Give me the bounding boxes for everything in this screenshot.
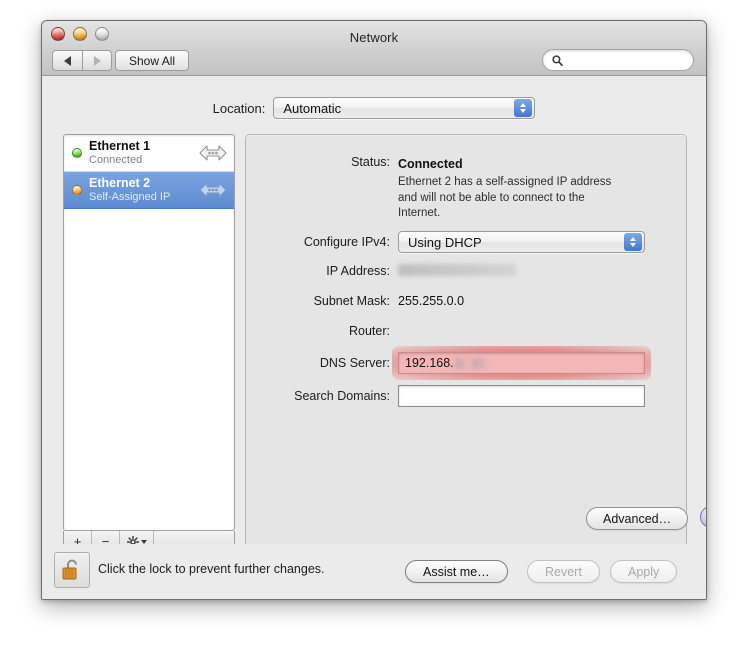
dns-server-label: DNS Server: xyxy=(319,356,390,370)
back-button[interactable] xyxy=(52,50,82,71)
service-list-item-ethernet-2[interactable]: Ethernet 2 Self-Assigned IP xyxy=(64,172,234,209)
ip-address-row: IP Address: xyxy=(246,264,516,278)
router-label: Router: xyxy=(349,324,390,338)
subnet-mask-label: Subnet Mask: xyxy=(313,294,390,308)
lock-button[interactable] xyxy=(54,552,90,588)
router-row: Router: xyxy=(246,324,398,338)
ip-address-label: IP Address: xyxy=(326,264,390,278)
subnet-mask-value: 255.255.0.0 xyxy=(398,294,465,308)
ethernet-icon xyxy=(199,145,227,161)
subnet-mask-row: Subnet Mask: 255.255.0.0 xyxy=(246,294,464,308)
redacted-dns-octet-2 xyxy=(471,357,486,369)
unlocked-padlock-icon xyxy=(62,559,77,580)
configure-ipv4-row: Configure IPv4: Using DHCP xyxy=(246,231,645,253)
status-description: Ethernet 2 has a self-assigned IP addres… xyxy=(398,176,612,220)
preference-body: Location: Automatic Ethernet 1 Connected xyxy=(42,76,706,599)
chevron-down-icon xyxy=(140,539,147,544)
status-label: Status: xyxy=(351,155,390,169)
dns-server-error-glow: 192.168. xyxy=(392,346,651,380)
forward-button[interactable] xyxy=(82,50,112,71)
location-value: Automatic xyxy=(283,100,342,116)
service-status: Connected xyxy=(89,153,143,166)
ip-address-value xyxy=(398,264,516,278)
location-popup-button[interactable]: Automatic xyxy=(273,97,536,119)
search-domains-row: Search Domains: xyxy=(246,385,645,407)
service-list-item-ethernet-1[interactable]: Ethernet 1 Connected xyxy=(64,135,234,172)
chevron-updown-icon xyxy=(624,233,642,251)
help-button[interactable]: ? xyxy=(700,506,706,528)
back-arrow-icon xyxy=(64,55,71,66)
network-preferences-window: Network Show All Location: Automatic Eth… xyxy=(41,20,707,600)
lock-instruction-text: Click the lock to prevent further change… xyxy=(98,562,325,576)
service-list[interactable]: Ethernet 1 Connected Ethernet 2 Self-Ass… xyxy=(63,134,235,531)
revert-button[interactable]: Revert xyxy=(527,560,600,583)
dns-server-row: DNS Server: 192.168. xyxy=(246,346,651,380)
chevron-updown-icon xyxy=(514,99,533,117)
configure-ipv4-value: Using DHCP xyxy=(408,234,482,250)
search-domains-label: Search Domains: xyxy=(294,389,390,403)
window-title: Network xyxy=(349,30,399,45)
configure-ipv4-popup-button[interactable]: Using DHCP xyxy=(398,231,645,253)
navigation-buttons xyxy=(52,50,112,71)
dns-server-value: 192.168. xyxy=(405,356,454,370)
status-indicator-dot xyxy=(72,148,82,158)
search-icon xyxy=(552,54,563,66)
search-field[interactable] xyxy=(542,49,694,71)
apply-button[interactable]: Apply xyxy=(610,560,678,583)
assist-me-button[interactable]: Assist me… xyxy=(405,560,508,583)
status-indicator-dot xyxy=(72,185,82,195)
titlebar: Network Show All xyxy=(42,21,706,76)
redacted-dns-octet-1 xyxy=(454,357,467,369)
location-label: Location: xyxy=(212,100,266,116)
location-row: Location: Automatic xyxy=(42,97,706,119)
forward-arrow-icon xyxy=(93,55,101,66)
ethernet-icon xyxy=(199,182,227,198)
show-all-button[interactable]: Show All xyxy=(115,50,190,71)
dns-server-input[interactable]: 192.168. xyxy=(398,352,645,374)
service-detail-panel: Status: Connected Ethernet 2 has a self-… xyxy=(245,134,706,553)
status-value: Connected xyxy=(398,157,463,171)
service-name: Ethernet 2 xyxy=(89,176,151,191)
configure-ipv4-label: Configure IPv4: xyxy=(303,235,390,249)
search-domains-input[interactable] xyxy=(398,385,645,407)
advanced-button[interactable]: Advanced… xyxy=(586,507,689,530)
service-name: Ethernet 1 xyxy=(89,139,151,154)
status-row: Status: Connected Ethernet 2 has a self-… xyxy=(246,155,628,222)
service-status: Self-Assigned IP xyxy=(89,190,171,203)
window-footer: Click the lock to prevent further change… xyxy=(42,544,706,599)
search-input[interactable] xyxy=(567,52,687,68)
redacted-ip-address xyxy=(398,264,516,276)
